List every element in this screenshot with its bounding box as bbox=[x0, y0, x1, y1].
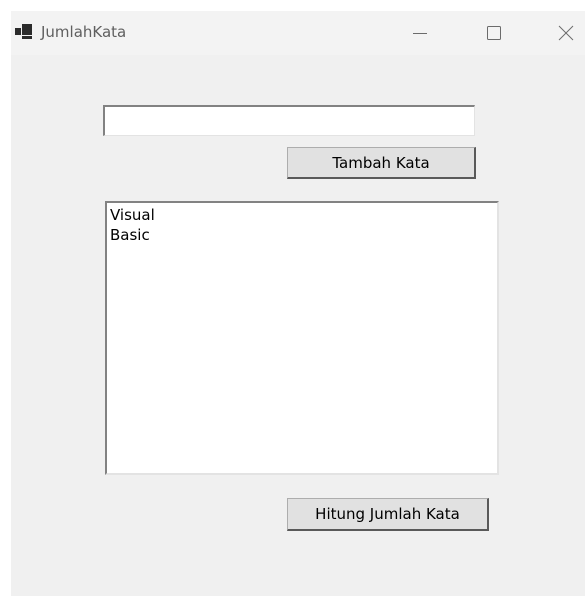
maximize-icon bbox=[487, 26, 501, 40]
add-word-button[interactable]: Tambah Kata bbox=[287, 147, 476, 179]
app-window: JumlahKata Tambah Kata Visual Basic Hitu… bbox=[11, 11, 585, 596]
maximize-button[interactable] bbox=[471, 11, 517, 55]
word-listbox[interactable]: Visual Basic bbox=[105, 201, 499, 475]
app-icon bbox=[15, 24, 33, 40]
list-item[interactable]: Visual bbox=[109, 205, 495, 225]
close-icon bbox=[558, 25, 574, 41]
window-title: JumlahKata bbox=[41, 23, 127, 41]
title-bar[interactable]: JumlahKata bbox=[11, 11, 585, 55]
minimize-icon bbox=[413, 33, 427, 34]
close-button[interactable] bbox=[543, 11, 585, 55]
word-input[interactable] bbox=[103, 105, 475, 136]
count-words-button[interactable]: Hitung Jumlah Kata bbox=[287, 498, 489, 531]
minimize-button[interactable] bbox=[397, 11, 443, 55]
list-item[interactable]: Basic bbox=[109, 225, 495, 245]
